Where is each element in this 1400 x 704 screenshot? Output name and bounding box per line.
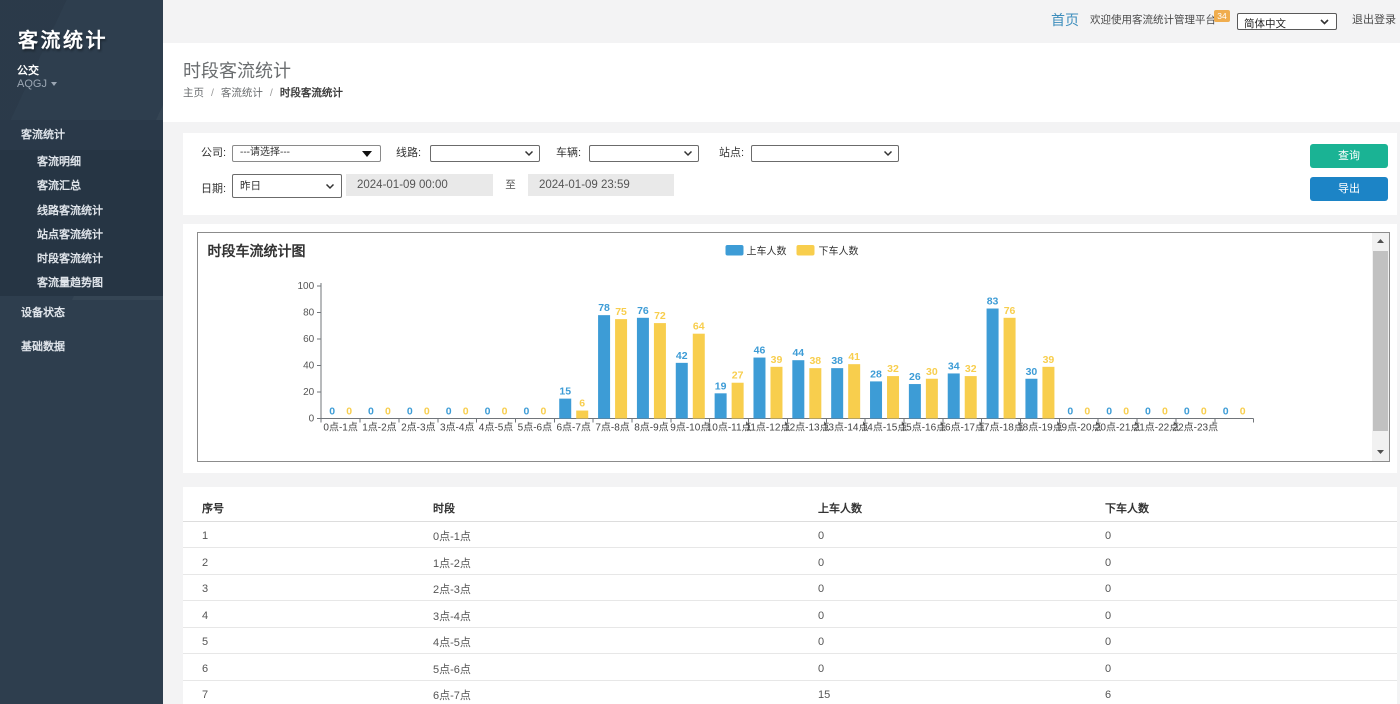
svg-text:19: 19 bbox=[714, 380, 726, 392]
svg-text:0: 0 bbox=[1183, 406, 1189, 418]
svg-text:80: 80 bbox=[303, 308, 315, 319]
svg-text:83: 83 bbox=[986, 296, 998, 308]
svg-text:1点-2点: 1点-2点 bbox=[362, 422, 396, 434]
svg-text:0: 0 bbox=[308, 414, 314, 425]
svg-text:44: 44 bbox=[792, 347, 804, 359]
svg-text:0: 0 bbox=[1145, 406, 1151, 418]
svg-text:6点-7点: 6点-7点 bbox=[556, 422, 590, 434]
svg-text:32: 32 bbox=[887, 363, 899, 375]
svg-text:0: 0 bbox=[385, 406, 391, 418]
svg-text:2点-3点: 2点-3点 bbox=[401, 422, 435, 434]
svg-text:0: 0 bbox=[1084, 406, 1090, 418]
svg-text:0: 0 bbox=[329, 406, 335, 418]
svg-text:76: 76 bbox=[1003, 305, 1015, 317]
svg-text:0: 0 bbox=[1106, 406, 1112, 418]
svg-text:0: 0 bbox=[346, 406, 352, 418]
svg-text:15: 15 bbox=[559, 386, 571, 398]
svg-text:0: 0 bbox=[523, 406, 529, 418]
svg-text:0: 0 bbox=[484, 406, 490, 418]
svg-text:0: 0 bbox=[1239, 406, 1245, 418]
svg-text:39: 39 bbox=[1042, 354, 1054, 366]
svg-text:26: 26 bbox=[909, 371, 921, 383]
svg-text:4点-5点: 4点-5点 bbox=[478, 422, 512, 434]
svg-text:3点-4点: 3点-4点 bbox=[439, 422, 473, 434]
svg-text:39: 39 bbox=[770, 354, 782, 366]
svg-text:0: 0 bbox=[1162, 406, 1168, 418]
svg-text:0: 0 bbox=[1123, 406, 1129, 418]
svg-text:30: 30 bbox=[1025, 366, 1037, 378]
svg-text:28: 28 bbox=[870, 368, 882, 380]
svg-text:34: 34 bbox=[947, 360, 959, 372]
svg-text:7点-8点: 7点-8点 bbox=[595, 422, 629, 434]
svg-text:76: 76 bbox=[637, 305, 649, 317]
svg-text:0: 0 bbox=[462, 406, 468, 418]
svg-text:0: 0 bbox=[368, 406, 374, 418]
svg-text:0: 0 bbox=[445, 406, 451, 418]
svg-text:42: 42 bbox=[675, 350, 687, 362]
svg-text:64: 64 bbox=[692, 321, 704, 333]
svg-text:0: 0 bbox=[1067, 406, 1073, 418]
svg-text:40: 40 bbox=[303, 361, 315, 372]
svg-text:38: 38 bbox=[831, 355, 843, 367]
svg-text:32: 32 bbox=[964, 363, 976, 375]
svg-text:20: 20 bbox=[303, 387, 315, 398]
svg-text:78: 78 bbox=[598, 302, 610, 314]
svg-text:30: 30 bbox=[926, 366, 938, 378]
svg-text:0: 0 bbox=[1200, 406, 1206, 418]
svg-text:0: 0 bbox=[1222, 406, 1228, 418]
svg-text:下车人数: 下车人数 bbox=[818, 245, 858, 258]
svg-text:0: 0 bbox=[423, 406, 429, 418]
svg-text:0: 0 bbox=[540, 406, 546, 418]
svg-text:6: 6 bbox=[579, 398, 585, 410]
svg-text:时段车流统计图: 时段车流统计图 bbox=[207, 243, 305, 259]
svg-text:8点-9点: 8点-9点 bbox=[634, 422, 668, 434]
svg-text:60: 60 bbox=[303, 334, 315, 345]
svg-text:27: 27 bbox=[731, 370, 743, 382]
svg-text:38: 38 bbox=[809, 355, 821, 367]
svg-text:上车人数: 上车人数 bbox=[746, 245, 786, 258]
svg-text:5点-6点: 5点-6点 bbox=[517, 422, 551, 434]
svg-text:72: 72 bbox=[654, 310, 666, 322]
svg-text:22点-23点: 22点-23点 bbox=[1172, 422, 1218, 434]
svg-text:0: 0 bbox=[501, 406, 507, 418]
svg-text:41: 41 bbox=[848, 351, 860, 363]
svg-text:0: 0 bbox=[406, 406, 412, 418]
svg-text:9点-10点: 9点-10点 bbox=[670, 422, 710, 434]
svg-text:100: 100 bbox=[297, 281, 314, 292]
svg-text:46: 46 bbox=[753, 345, 765, 357]
svg-text:75: 75 bbox=[615, 306, 627, 318]
svg-text:0点-1点: 0点-1点 bbox=[323, 422, 357, 434]
